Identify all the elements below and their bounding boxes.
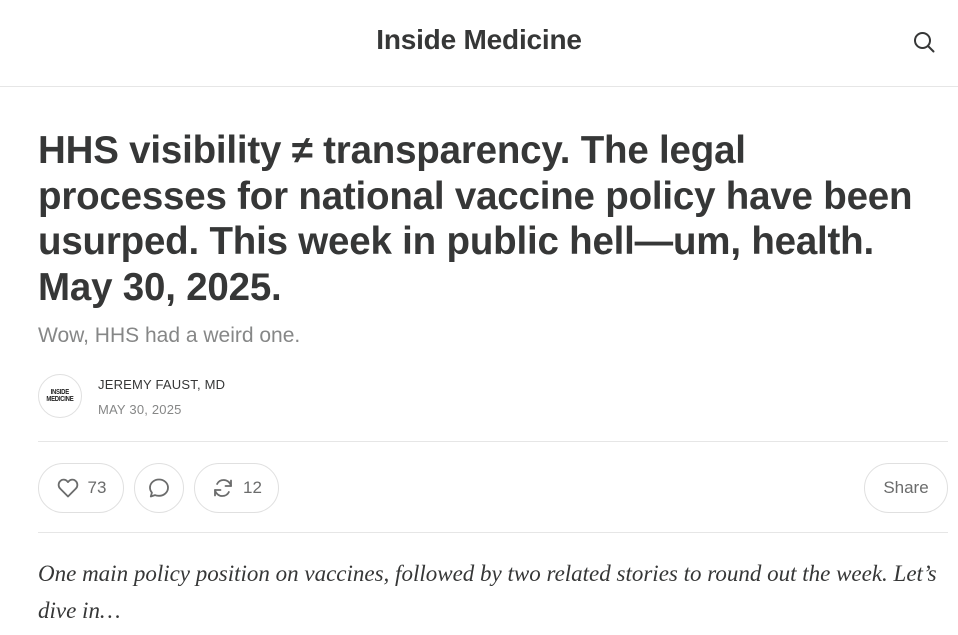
post-subtitle: Wow, HHS had a weird one. bbox=[38, 324, 301, 347]
share-button[interactable]: Share bbox=[864, 463, 948, 513]
heart-icon bbox=[57, 478, 78, 498]
search-icon bbox=[914, 32, 935, 53]
share-label: Share bbox=[883, 478, 929, 497]
comment-bubble-icon bbox=[149, 478, 169, 498]
top-bar: Inside Medicine bbox=[0, 0, 958, 87]
divider bbox=[38, 441, 948, 442]
like-button[interactable]: 73 bbox=[38, 463, 124, 513]
post-date: MAY 30, 2025 bbox=[98, 402, 182, 417]
avatar-text-line-2: MEDICINE bbox=[46, 396, 74, 403]
like-count: 73 bbox=[87, 478, 107, 497]
restack-button[interactable]: 12 bbox=[194, 463, 279, 513]
post-intro-text: One main policy position on vaccines, fo… bbox=[38, 561, 937, 623]
restack-icon bbox=[214, 479, 232, 497]
site-title[interactable]: Inside Medicine bbox=[0, 24, 958, 56]
restack-count: 12 bbox=[243, 478, 262, 497]
publication-avatar[interactable]: INSIDE MEDICINE bbox=[38, 374, 82, 418]
divider bbox=[38, 532, 948, 533]
author-name[interactable]: JEREMY FAUST, MD bbox=[98, 377, 225, 392]
comment-button[interactable] bbox=[134, 463, 184, 513]
search-button[interactable] bbox=[910, 28, 938, 56]
avatar-text-line-1: INSIDE bbox=[50, 389, 70, 396]
post-title: HHS visibility ≠ transparency. The legal… bbox=[38, 129, 913, 309]
